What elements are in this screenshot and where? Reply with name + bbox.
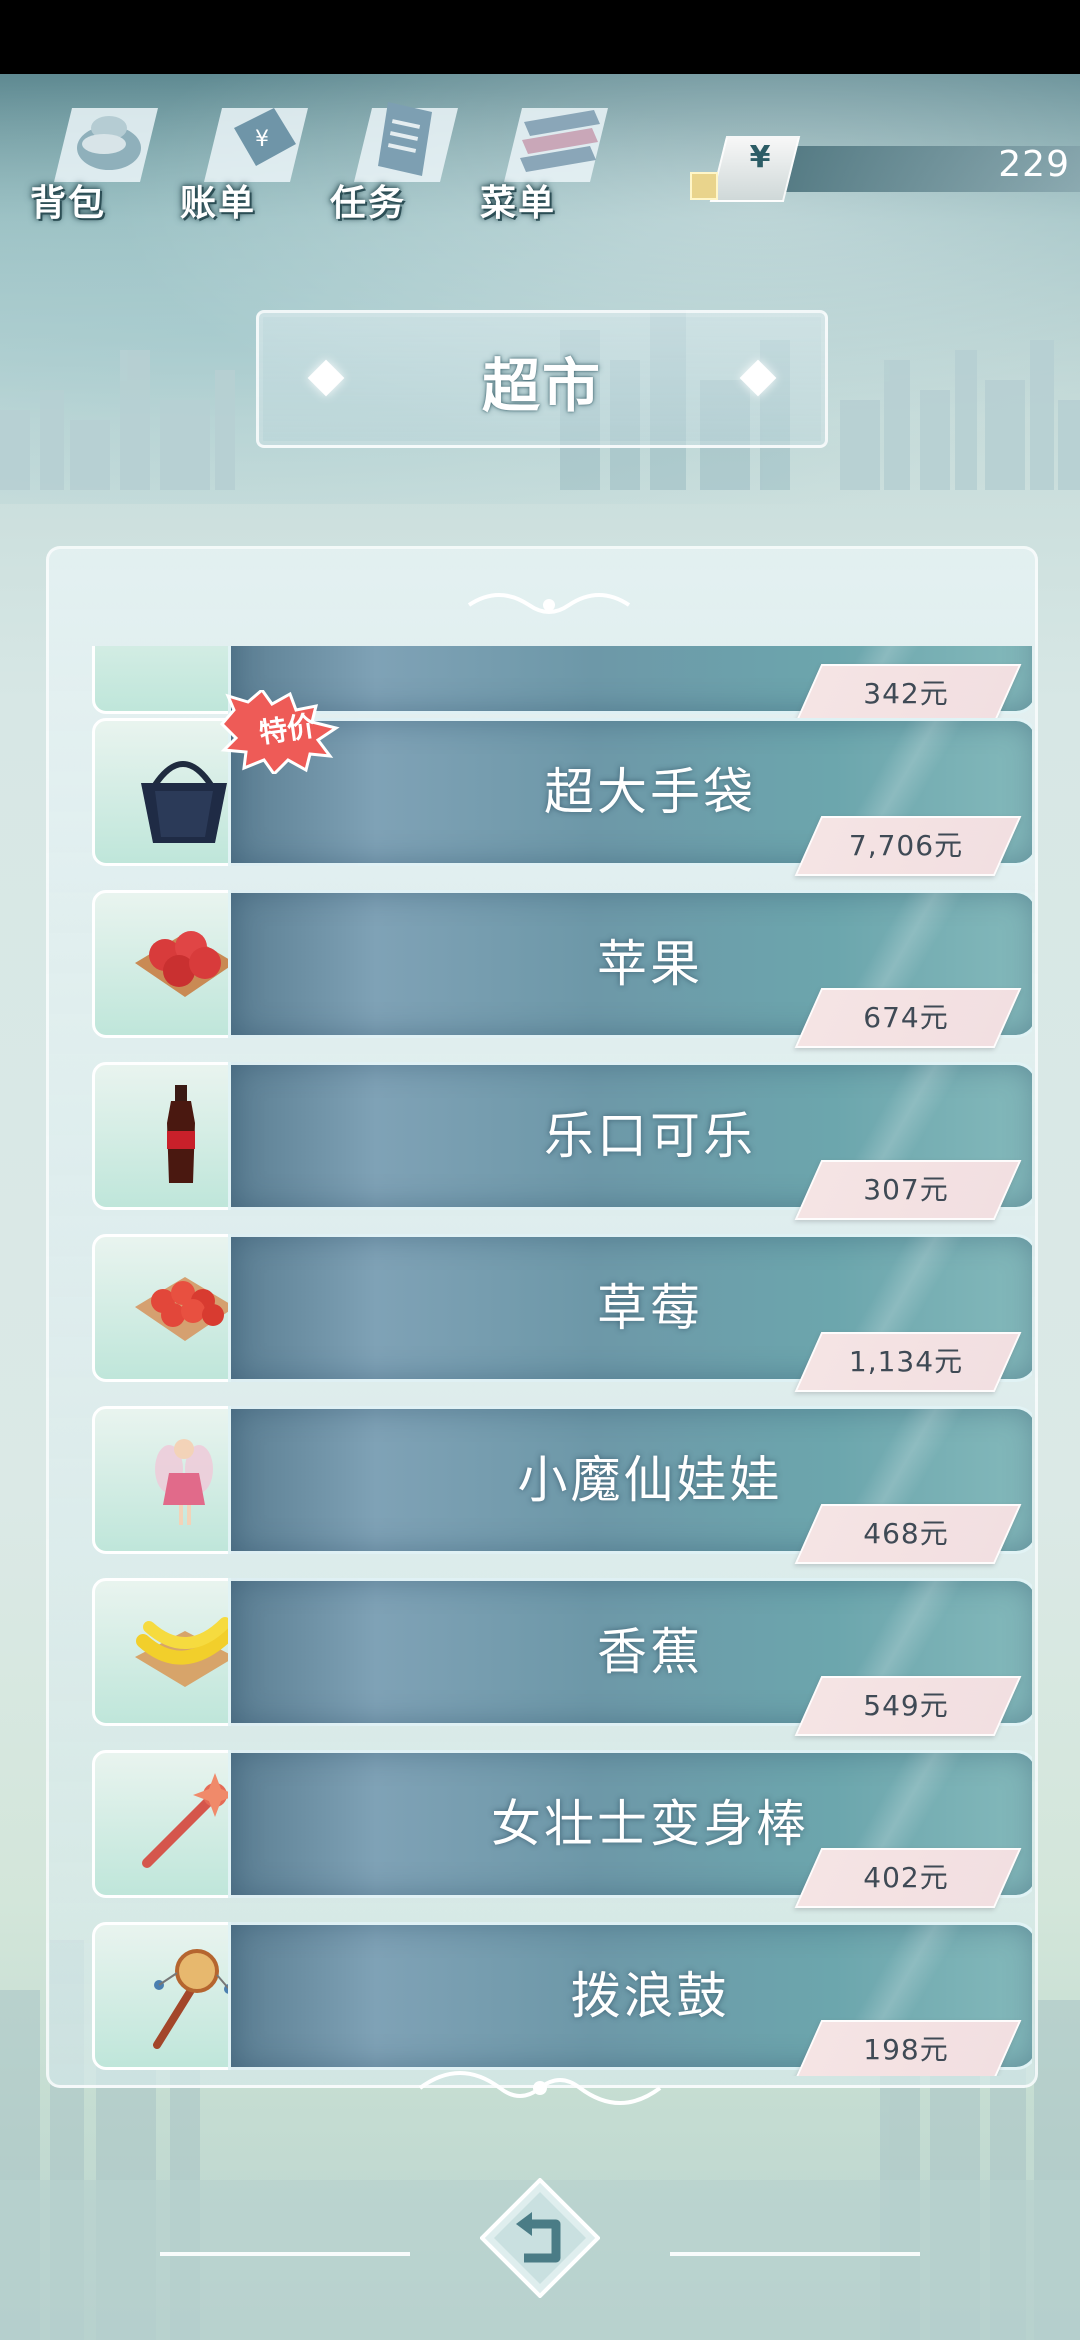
flourish-icon (418, 2071, 662, 2105)
nav-bill-button[interactable]: ¥ 账单 (180, 74, 334, 234)
list-item[interactable]: 苹果 674元 (92, 890, 1032, 1048)
item-price: 342元 (863, 677, 949, 710)
nav-label: 账单 (180, 183, 257, 224)
item-price: 7,706元 (848, 829, 964, 862)
status-bar (0, 0, 1080, 74)
back-button[interactable] (480, 2178, 600, 2298)
svg-text:¥: ¥ (255, 127, 269, 152)
item-name: 草莓 (597, 1279, 703, 1337)
task-icon (354, 102, 458, 182)
item-name: 女壮士变身棒 (491, 1795, 809, 1853)
nav-backpack-button[interactable]: 背包 (30, 74, 184, 234)
item-name: 香蕉 (597, 1623, 703, 1681)
item-list[interactable]: 342元 超大手袋 7,706元 特价 苹果 674元 乐口可乐 307元 草莓… (46, 646, 1032, 2076)
item-price: 674元 (863, 1001, 949, 1034)
currency-value: 229 (998, 144, 1070, 185)
nav-label: 菜单 (480, 183, 557, 224)
item-name: 乐口可乐 (544, 1107, 756, 1165)
item-price: 307元 (863, 1173, 949, 1206)
item-price: 549元 (863, 1689, 949, 1722)
list-item[interactable]: 草莓 1,134元 (92, 1234, 1032, 1392)
item-name: 苹果 (597, 935, 703, 993)
list-item[interactable]: 拨浪鼓 198元 (92, 1922, 1032, 2076)
nav-label: 背包 (30, 183, 107, 224)
divider (670, 2252, 920, 2256)
list-item[interactable]: 香蕉 549元 (92, 1578, 1032, 1736)
item-name: 拨浪鼓 (570, 1967, 730, 2025)
nav-menu-button[interactable]: 菜单 (480, 74, 634, 234)
yen-icon: ¥ (749, 140, 771, 175)
title-plate: 超市 (256, 310, 828, 448)
coin-icon (690, 172, 718, 200)
flourish-icon (467, 593, 631, 614)
list-item[interactable]: 乐口可乐 307元 (92, 1062, 1032, 1220)
list-item[interactable]: 女壮士变身棒 402元 (92, 1750, 1032, 1908)
divider (160, 2252, 410, 2256)
nav-label: 任务 (330, 183, 407, 224)
page-title: 超市 (481, 352, 602, 420)
bill-icon: ¥ (204, 108, 308, 182)
item-price: 468元 (863, 1517, 949, 1550)
item-name: 小魔仙娃娃 (517, 1451, 783, 1509)
backpack-icon (54, 108, 158, 182)
menu-icon (504, 108, 608, 182)
item-name: 超大手袋 (544, 763, 756, 821)
list-item[interactable]: 超大手袋 7,706元 特价 (92, 690, 1032, 876)
item-price: 1,134元 (848, 1345, 964, 1378)
list-item[interactable]: 小魔仙娃娃 468元 (92, 1406, 1032, 1564)
item-price: 402元 (863, 1861, 949, 1894)
item-price: 198元 (863, 2033, 949, 2066)
nav-task-button[interactable]: 任务 (330, 74, 484, 234)
currency-display: ¥ 229 (690, 136, 1080, 202)
